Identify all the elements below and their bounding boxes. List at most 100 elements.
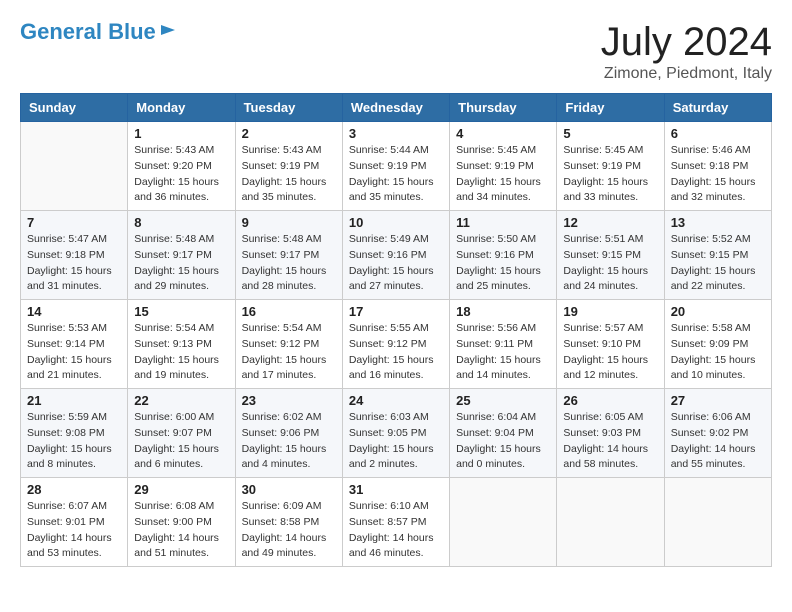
day-number: 25 bbox=[456, 393, 550, 408]
title-section: July 2024 Zimone, Piedmont, Italy bbox=[601, 20, 772, 83]
day-info: Sunrise: 6:06 AMSunset: 9:02 PMDaylight:… bbox=[671, 410, 765, 473]
page-header: General Blue July 2024 Zimone, Piedmont,… bbox=[20, 20, 772, 83]
weekday-header-tuesday: Tuesday bbox=[235, 94, 342, 122]
day-number: 11 bbox=[456, 215, 550, 230]
calendar-cell bbox=[664, 478, 771, 567]
day-info: Sunrise: 5:46 AMSunset: 9:18 PMDaylight:… bbox=[671, 143, 765, 206]
day-info: Sunrise: 5:48 AMSunset: 9:17 PMDaylight:… bbox=[134, 232, 228, 295]
calendar-cell: 4 Sunrise: 5:45 AMSunset: 9:19 PMDaylight… bbox=[450, 122, 557, 211]
calendar-cell bbox=[450, 478, 557, 567]
subtitle: Zimone, Piedmont, Italy bbox=[601, 65, 772, 83]
day-info: Sunrise: 5:48 AMSunset: 9:17 PMDaylight:… bbox=[242, 232, 336, 295]
day-number: 21 bbox=[27, 393, 121, 408]
day-info: Sunrise: 5:56 AMSunset: 9:11 PMDaylight:… bbox=[456, 321, 550, 384]
calendar-week-4: 21 Sunrise: 5:59 AMSunset: 9:08 PMDayligh… bbox=[21, 389, 772, 478]
calendar-cell: 27 Sunrise: 6:06 AMSunset: 9:02 PMDayligh… bbox=[664, 389, 771, 478]
day-number: 16 bbox=[242, 304, 336, 319]
day-number: 26 bbox=[563, 393, 657, 408]
day-info: Sunrise: 6:05 AMSunset: 9:03 PMDaylight:… bbox=[563, 410, 657, 473]
calendar-cell: 10Sunrise: 5:49 AMSunset: 9:16 PMDayligh… bbox=[342, 211, 449, 300]
calendar-cell: 29Sunrise: 6:08 AMSunset: 9:00 PMDayligh… bbox=[128, 478, 235, 567]
day-info: Sunrise: 5:50 AMSunset: 9:16 PMDaylight:… bbox=[456, 232, 550, 295]
calendar-cell: 14 Sunrise: 5:53 AMSunset: 9:14 PMDayligh… bbox=[21, 300, 128, 389]
day-info: Sunrise: 5:52 AMSunset: 9:15 PMDaylight:… bbox=[671, 232, 765, 295]
calendar-cell: 2 Sunrise: 5:43 AMSunset: 9:19 PMDaylight… bbox=[235, 122, 342, 211]
day-info: Sunrise: 6:09 AMSunset: 8:58 PMDaylight:… bbox=[242, 499, 336, 562]
calendar-cell: 18 Sunrise: 5:56 AMSunset: 9:11 PMDayligh… bbox=[450, 300, 557, 389]
calendar-cell: 5 Sunrise: 5:45 AMSunset: 9:19 PMDaylight… bbox=[557, 122, 664, 211]
day-info: Sunrise: 6:03 AMSunset: 9:05 PMDaylight:… bbox=[349, 410, 443, 473]
day-info: Sunrise: 6:07 AMSunset: 9:01 PMDaylight:… bbox=[27, 499, 121, 562]
day-info: Sunrise: 5:55 AMSunset: 9:12 PMDaylight:… bbox=[349, 321, 443, 384]
day-info: Sunrise: 5:45 AMSunset: 9:19 PMDaylight:… bbox=[563, 143, 657, 206]
calendar-week-1: 1 Sunrise: 5:43 AMSunset: 9:20 PMDaylight… bbox=[21, 122, 772, 211]
calendar-cell: 12 Sunrise: 5:51 AMSunset: 9:15 PMDayligh… bbox=[557, 211, 664, 300]
calendar-cell: 28Sunrise: 6:07 AMSunset: 9:01 PMDayligh… bbox=[21, 478, 128, 567]
day-number: 1 bbox=[134, 126, 228, 141]
calendar-cell: 15Sunrise: 5:54 AMSunset: 9:13 PMDayligh… bbox=[128, 300, 235, 389]
calendar-cell bbox=[21, 122, 128, 211]
day-number: 6 bbox=[671, 126, 765, 141]
calendar-cell: 7Sunrise: 5:47 AMSunset: 9:18 PMDaylight… bbox=[21, 211, 128, 300]
calendar-week-5: 28Sunrise: 6:07 AMSunset: 9:01 PMDayligh… bbox=[21, 478, 772, 567]
weekday-header-monday: Monday bbox=[128, 94, 235, 122]
day-number: 2 bbox=[242, 126, 336, 141]
calendar-body: 1 Sunrise: 5:43 AMSunset: 9:20 PMDaylight… bbox=[21, 122, 772, 567]
day-info: Sunrise: 5:51 AMSunset: 9:15 PMDaylight:… bbox=[563, 232, 657, 295]
calendar-cell: 26 Sunrise: 6:05 AMSunset: 9:03 PMDayligh… bbox=[557, 389, 664, 478]
day-info: Sunrise: 5:43 AMSunset: 9:19 PMDaylight:… bbox=[242, 143, 336, 206]
day-number: 5 bbox=[563, 126, 657, 141]
calendar-cell: 6 Sunrise: 5:46 AMSunset: 9:18 PMDaylight… bbox=[664, 122, 771, 211]
day-number: 23 bbox=[242, 393, 336, 408]
day-number: 31 bbox=[349, 482, 443, 497]
calendar-cell bbox=[557, 478, 664, 567]
day-info: Sunrise: 5:59 AMSunset: 9:08 PMDaylight:… bbox=[27, 410, 121, 473]
day-number: 24 bbox=[349, 393, 443, 408]
weekday-header-thursday: Thursday bbox=[450, 94, 557, 122]
day-number: 14 bbox=[27, 304, 121, 319]
calendar-cell: 3 Sunrise: 5:44 AMSunset: 9:19 PMDaylight… bbox=[342, 122, 449, 211]
calendar-cell: 23 Sunrise: 6:02 AMSunset: 9:06 PMDayligh… bbox=[235, 389, 342, 478]
day-number: 30 bbox=[242, 482, 336, 497]
calendar-cell: 22 Sunrise: 6:00 AMSunset: 9:07 PMDayligh… bbox=[128, 389, 235, 478]
calendar-cell: 30 Sunrise: 6:09 AMSunset: 8:58 PMDayligh… bbox=[235, 478, 342, 567]
day-info: Sunrise: 6:00 AMSunset: 9:07 PMDaylight:… bbox=[134, 410, 228, 473]
main-title: July 2024 bbox=[601, 20, 772, 65]
day-info: Sunrise: 5:44 AMSunset: 9:19 PMDaylight:… bbox=[349, 143, 443, 206]
day-number: 27 bbox=[671, 393, 765, 408]
calendar-table: SundayMondayTuesdayWednesdayThursdayFrid… bbox=[20, 93, 772, 567]
day-number: 29 bbox=[134, 482, 228, 497]
calendar-cell: 8 Sunrise: 5:48 AMSunset: 9:17 PMDaylight… bbox=[128, 211, 235, 300]
day-number: 18 bbox=[456, 304, 550, 319]
calendar-cell: 20Sunrise: 5:58 AMSunset: 9:09 PMDayligh… bbox=[664, 300, 771, 389]
calendar-header-row: SundayMondayTuesdayWednesdayThursdayFrid… bbox=[21, 94, 772, 122]
day-number: 20 bbox=[671, 304, 765, 319]
day-number: 22 bbox=[134, 393, 228, 408]
weekday-header-friday: Friday bbox=[557, 94, 664, 122]
calendar-week-3: 14 Sunrise: 5:53 AMSunset: 9:14 PMDayligh… bbox=[21, 300, 772, 389]
calendar-week-2: 7Sunrise: 5:47 AMSunset: 9:18 PMDaylight… bbox=[21, 211, 772, 300]
day-info: Sunrise: 5:54 AMSunset: 9:13 PMDaylight:… bbox=[134, 321, 228, 384]
logo-arrow-icon bbox=[159, 21, 177, 39]
day-number: 13 bbox=[671, 215, 765, 230]
weekday-header-sunday: Sunday bbox=[21, 94, 128, 122]
day-number: 17 bbox=[349, 304, 443, 319]
day-info: Sunrise: 5:43 AMSunset: 9:20 PMDaylight:… bbox=[134, 143, 228, 206]
day-info: Sunrise: 5:47 AMSunset: 9:18 PMDaylight:… bbox=[27, 232, 121, 295]
calendar-cell: 11 Sunrise: 5:50 AMSunset: 9:16 PMDayligh… bbox=[450, 211, 557, 300]
day-info: Sunrise: 5:53 AMSunset: 9:14 PMDaylight:… bbox=[27, 321, 121, 384]
day-number: 12 bbox=[563, 215, 657, 230]
day-number: 8 bbox=[134, 215, 228, 230]
day-number: 3 bbox=[349, 126, 443, 141]
calendar-cell: 25Sunrise: 6:04 AMSunset: 9:04 PMDayligh… bbox=[450, 389, 557, 478]
day-info: Sunrise: 5:54 AMSunset: 9:12 PMDaylight:… bbox=[242, 321, 336, 384]
day-info: Sunrise: 6:02 AMSunset: 9:06 PMDaylight:… bbox=[242, 410, 336, 473]
logo: General Blue bbox=[20, 20, 177, 44]
calendar-cell: 13 Sunrise: 5:52 AMSunset: 9:15 PMDayligh… bbox=[664, 211, 771, 300]
logo-text: General Blue bbox=[20, 20, 156, 44]
day-info: Sunrise: 6:10 AMSunset: 8:57 PMDaylight:… bbox=[349, 499, 443, 562]
day-number: 4 bbox=[456, 126, 550, 141]
day-info: Sunrise: 5:45 AMSunset: 9:19 PMDaylight:… bbox=[456, 143, 550, 206]
calendar-cell: 19Sunrise: 5:57 AMSunset: 9:10 PMDayligh… bbox=[557, 300, 664, 389]
day-number: 10 bbox=[349, 215, 443, 230]
